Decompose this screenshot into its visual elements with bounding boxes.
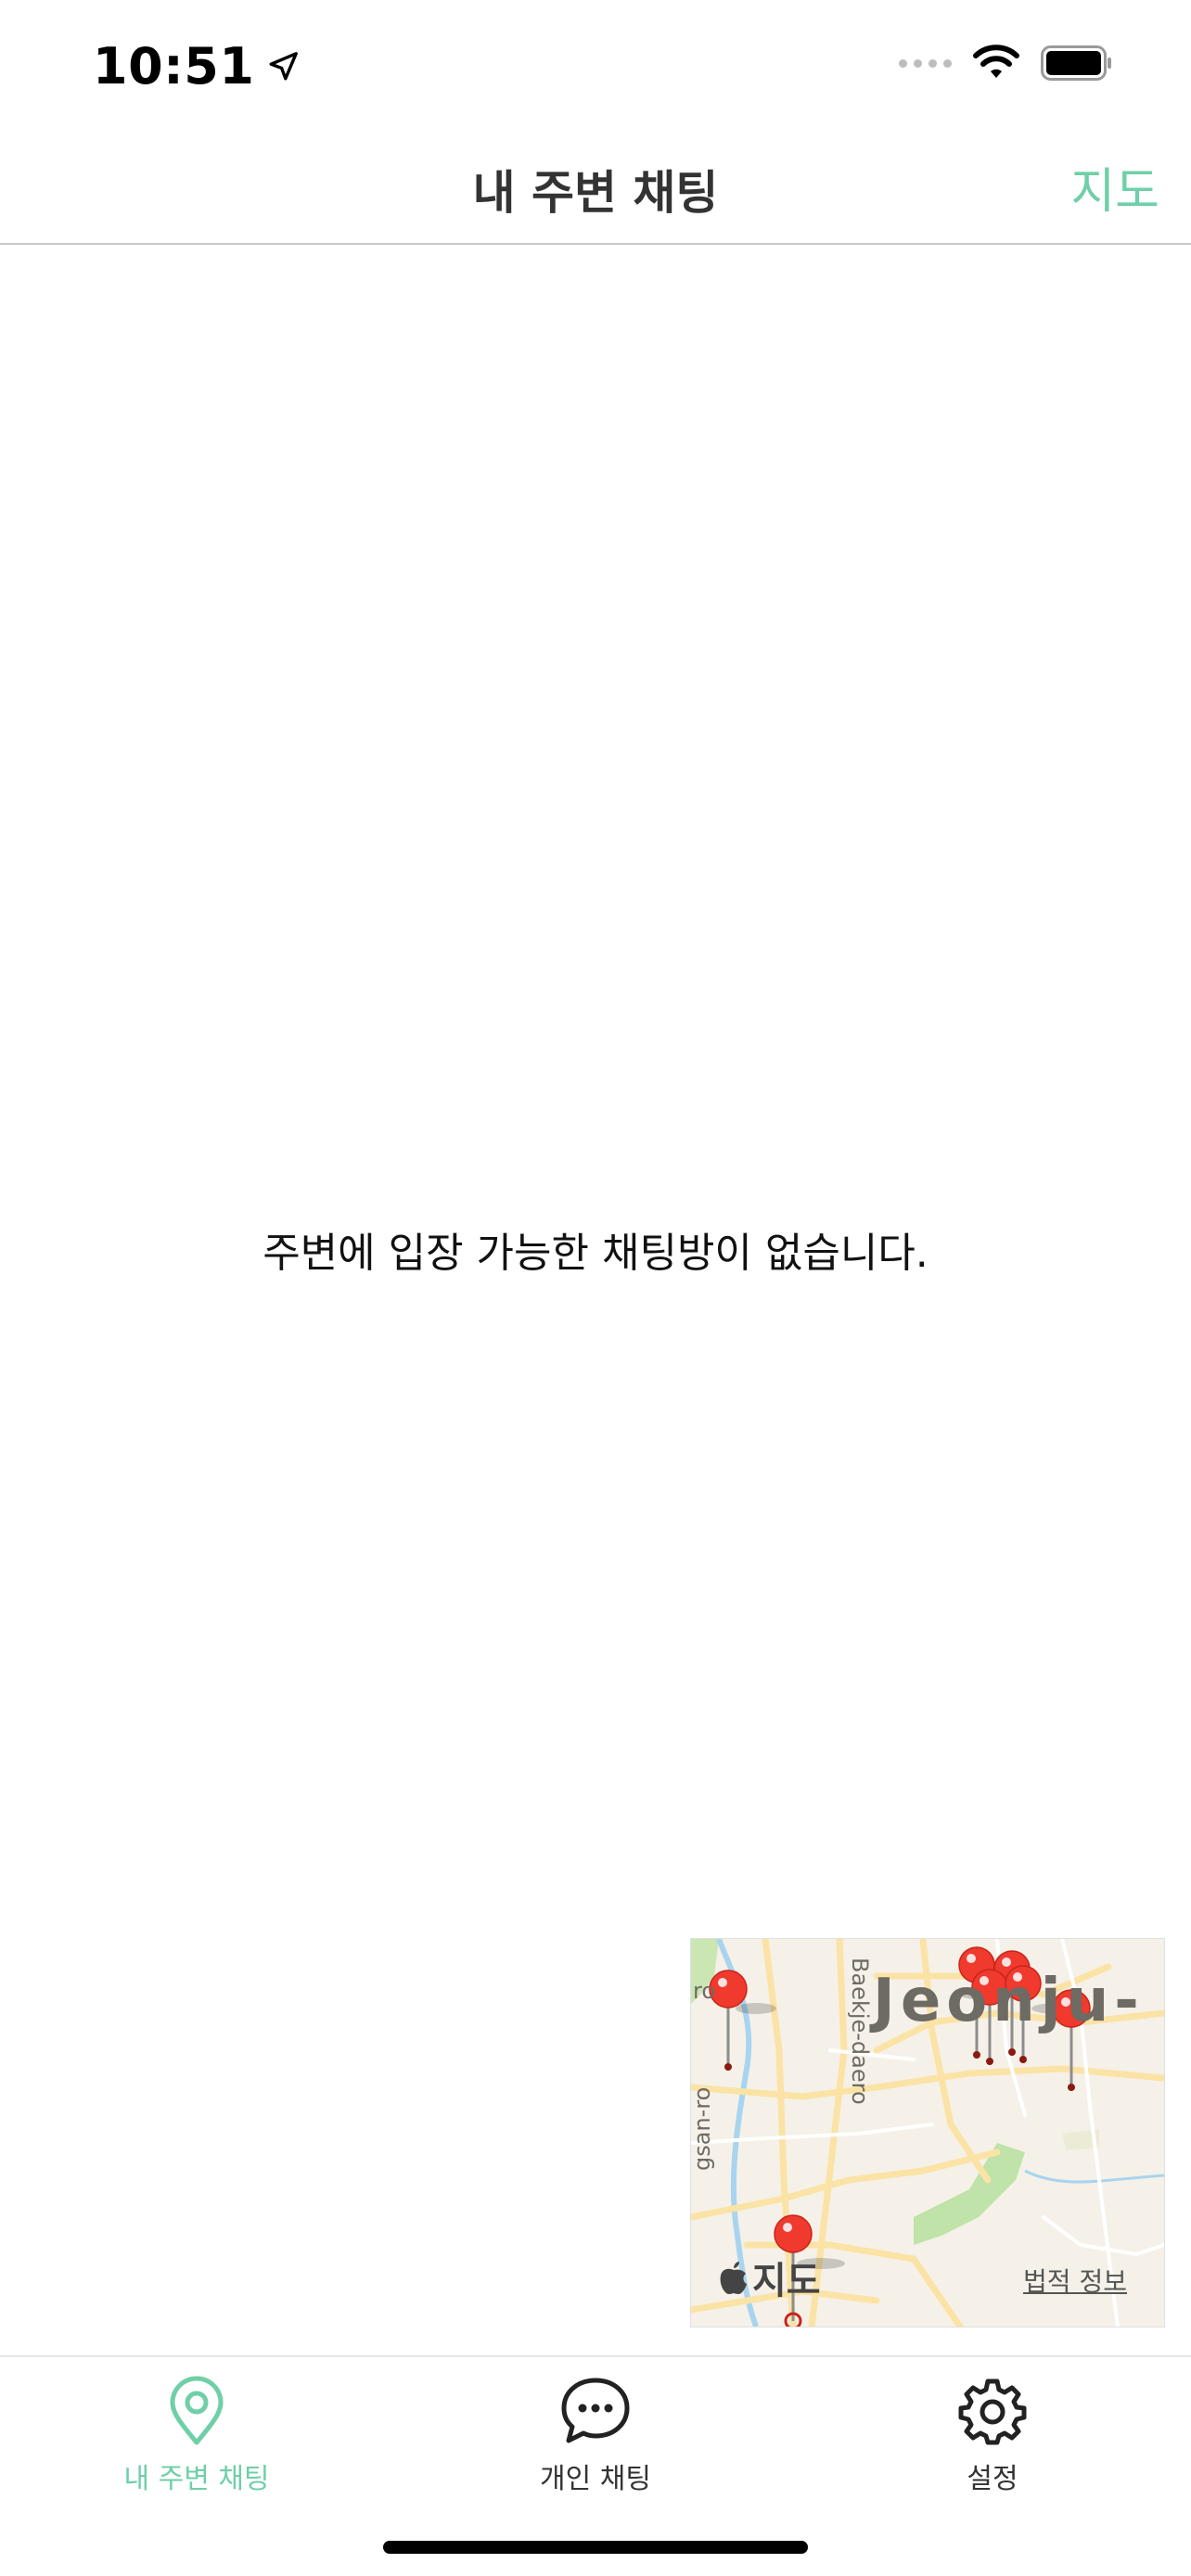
tab-nearby-chat[interactable]: 내 주변 채팅	[58, 2376, 336, 2515]
tab-private-chat-label: 개인 채팅	[540, 2463, 651, 2495]
map-thumbnail[interactable]: Jeonju- Baekje-daero gsan-ro ro 지도 법적 정보	[690, 1938, 1165, 2327]
tab-settings-label: 설정	[967, 2463, 1018, 2495]
status-indicators	[899, 45, 1113, 82]
map-legal-link[interactable]: 법적 정보	[1023, 2262, 1127, 2299]
tab-settings[interactable]: 설정	[853, 2376, 1132, 2515]
map-road-label-baekje: Baekje-daero	[847, 1958, 873, 2105]
location-arrow-icon	[269, 51, 299, 80]
battery-icon	[1041, 45, 1111, 81]
status-bar: 10:51	[0, 0, 1191, 130]
screen: 10:51 내 주변 채팅 지도 주변에 입장 가능한 채팅방이 없습니다. J…	[0, 0, 1191, 2576]
apple-logo-icon	[720, 2262, 747, 2294]
status-time: 10:51	[93, 37, 299, 96]
tab-private-chat[interactable]: 개인 채팅	[456, 2376, 735, 2515]
page-title: 내 주변 채팅	[472, 166, 719, 220]
map-road-label-ro: ro	[693, 1978, 716, 2004]
navigation-bar: 내 주변 채팅 지도	[0, 130, 1191, 245]
location-pin-icon	[170, 2376, 224, 2445]
apple-maps-attribution: 지도	[719, 2251, 821, 2304]
wifi-icon	[973, 45, 1019, 78]
gear-icon	[958, 2378, 1027, 2445]
map-city-label: Jeonju-	[873, 1967, 1145, 2035]
home-indicator[interactable]	[383, 2541, 808, 2554]
status-time-text: 10:51	[93, 37, 255, 96]
map-road-label-gsan: gsan-ro	[690, 2086, 715, 2171]
map-button[interactable]: 지도	[1070, 152, 1159, 222]
empty-state-message: 주변에 입장 가능한 채팅방이 없습니다.	[263, 1230, 928, 1277]
cellular-signal-icon	[899, 58, 952, 68]
map-provider-label: 지도	[752, 2260, 821, 2302]
tab-nearby-chat-label: 내 주변 채팅	[123, 2463, 270, 2495]
chat-bubble-icon	[561, 2378, 630, 2443]
